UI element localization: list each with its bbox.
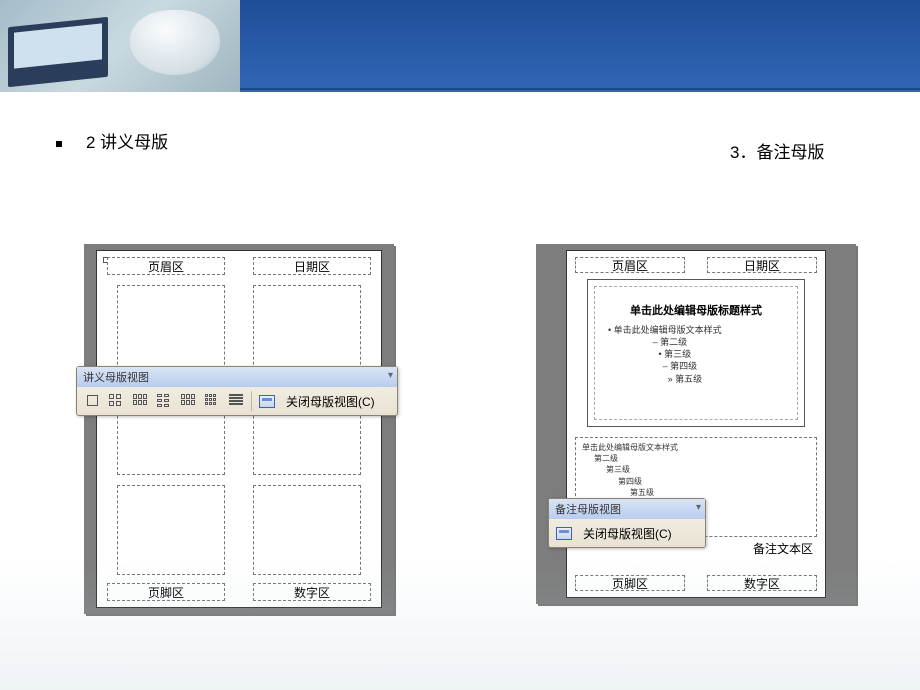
- layout-2-button[interactable]: [105, 390, 127, 412]
- slide-placeholder-6[interactable]: [253, 485, 361, 575]
- slide-view-icon-2: [556, 527, 572, 540]
- slide-body-l1: • 单击此处编辑母版文本样式: [608, 324, 722, 336]
- notes-l3: 第三级: [582, 464, 678, 475]
- slide-placeholder-2[interactable]: [253, 285, 361, 375]
- close-master-label: 关闭母版视图(C): [286, 393, 375, 410]
- header-blue-bar: [240, 0, 920, 92]
- layout-outline-button[interactable]: [225, 390, 247, 412]
- toolbar2-row: 关闭母版视图(C): [549, 519, 705, 547]
- toolbar2-title[interactable]: 备注母版视图 ▾: [549, 499, 705, 519]
- layout-9-icon: [205, 394, 220, 408]
- handout-master-preview: 页眉区 日期区 页脚区 数字区: [84, 244, 394, 614]
- notes-slide-title: 单击此处编辑母版标题样式: [612, 302, 780, 318]
- caption-notes-master: 3．备注母版: [730, 138, 824, 163]
- toolbar2-dropdown-icon[interactable]: ▾: [696, 502, 701, 513]
- notes-footer-left[interactable]: 页脚区: [575, 575, 685, 591]
- notes-body: 单击此处编辑母版文本样式 第二级 第三级 第四级 第五级: [582, 442, 678, 498]
- notes-master-preview: 页眉区 日期区 单击此处编辑母版标题样式 • 单击此处编辑母版文本样式 – 第二…: [536, 244, 856, 604]
- handout-paper: 页眉区 日期区 页脚区 数字区: [96, 250, 382, 608]
- caption-handout-text: 2 讲义母版: [86, 133, 168, 152]
- header-photo: [0, 0, 240, 92]
- layout-1-button[interactable]: [81, 390, 103, 412]
- notes-slide-body: • 单击此处编辑母版文本样式 – 第二级 • 第三级 – 第四级 » 第五级: [608, 324, 722, 385]
- notes-master-toolbar[interactable]: 备注母版视图 ▾ 关闭母版视图(C): [548, 498, 706, 548]
- notes-header-left[interactable]: 页眉区: [575, 257, 685, 273]
- notes-l5: 第五级: [582, 487, 678, 498]
- normal-view-button-2[interactable]: [553, 522, 575, 544]
- slide-placeholder-1[interactable]: [117, 285, 225, 375]
- toolbar-row: 关闭母版视图(C): [77, 387, 397, 415]
- laptop-graphic: [8, 17, 108, 88]
- header-divider: [240, 88, 920, 90]
- layout-9-button[interactable]: [201, 390, 223, 412]
- notes-l1: 单击此处编辑母版文本样式: [582, 442, 678, 453]
- handout-master-toolbar[interactable]: 讲义母版视图 ▾ 关闭母版视图(C): [76, 366, 398, 416]
- toolbar-separator: [251, 391, 252, 411]
- layout-1-icon: [85, 394, 100, 408]
- close-master-label-2: 关闭母版视图(C): [583, 525, 672, 542]
- notes-area-label: 备注文本区: [753, 540, 813, 557]
- normal-view-button[interactable]: [256, 390, 278, 412]
- slide-body-l4: – 第四级: [608, 360, 722, 372]
- toolbar-title[interactable]: 讲义母版视图 ▾: [77, 367, 397, 387]
- header-left-region[interactable]: 页眉区: [107, 257, 225, 275]
- notes-header-right[interactable]: 日期区: [707, 257, 817, 273]
- layout-6-button[interactable]: [177, 390, 199, 412]
- toolbar-title-text: 讲义母版视图: [83, 372, 149, 384]
- slide-view-icon: [259, 395, 275, 408]
- layout-outline-icon: [229, 394, 244, 408]
- footer-right-region[interactable]: 数字区: [253, 583, 371, 601]
- notes-l4: 第四级: [582, 476, 678, 487]
- layout-3-button[interactable]: [129, 390, 151, 412]
- notes-footer-right[interactable]: 数字区: [707, 575, 817, 591]
- footer-left-region[interactable]: 页脚区: [107, 583, 225, 601]
- layout-4-button[interactable]: [153, 390, 175, 412]
- slide-body-l5: » 第五级: [608, 373, 722, 385]
- slide-header: [0, 0, 920, 100]
- layout-6-icon: [181, 394, 196, 408]
- bullet-icon: [56, 141, 62, 147]
- slide-placeholder-5[interactable]: [117, 485, 225, 575]
- mouse-graphic: [130, 10, 220, 75]
- slide-body-l2: – 第二级: [608, 336, 722, 348]
- layout-4-icon: [157, 394, 172, 408]
- layout-3-icon: [133, 394, 148, 408]
- close-master-button[interactable]: 关闭母版视图(C): [280, 393, 381, 410]
- slide-body-l3: • 第三级: [608, 348, 722, 360]
- toolbar2-title-text: 备注母版视图: [555, 504, 621, 516]
- notes-slide-placeholder[interactable]: 单击此处编辑母版标题样式 • 单击此处编辑母版文本样式 – 第二级 • 第三级 …: [587, 279, 805, 427]
- close-master-button-2[interactable]: 关闭母版视图(C): [577, 525, 678, 542]
- caption-notes-text: 3．备注母版: [730, 143, 824, 162]
- toolbar-dropdown-icon[interactable]: ▾: [388, 370, 393, 381]
- layout-2-icon: [109, 394, 124, 408]
- notes-l2: 第二级: [582, 453, 678, 464]
- caption-handout-master: 2 讲义母版: [56, 128, 168, 153]
- header-right-region[interactable]: 日期区: [253, 257, 371, 275]
